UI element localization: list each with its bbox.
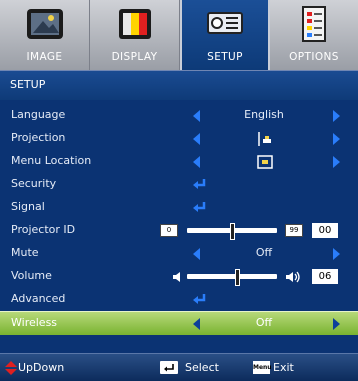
volume-label: Volume (11, 269, 52, 282)
right-arrow-icon[interactable] (333, 133, 340, 145)
right-arrow-icon[interactable] (333, 156, 340, 168)
menu-row-projection[interactable]: Projection (0, 127, 358, 150)
menu-key-icon: Menu (253, 361, 272, 374)
tab-setup[interactable]: SETUP (180, 0, 270, 70)
volume-value: 06 (312, 269, 338, 284)
enter-icon[interactable] (192, 178, 206, 190)
right-arrow-icon[interactable] (333, 248, 340, 260)
right-arrow-icon[interactable] (333, 318, 340, 330)
left-arrow-icon[interactable] (193, 318, 200, 330)
signal-label: Signal (11, 200, 45, 213)
right-arrow-icon[interactable] (333, 110, 340, 122)
volume-slider[interactable] (187, 274, 277, 279)
enter-key-icon (160, 361, 178, 374)
tab-setup-label: SETUP (207, 51, 243, 63)
menu-title: SETUP (10, 78, 46, 91)
footer-bar: UpDown Select Menu Exit (0, 353, 358, 381)
menu-panel: Language English Projection Menu Locatio… (0, 100, 358, 353)
tab-bar: IMAGE DISPLAY SETUP OPTIONS (0, 0, 358, 70)
left-arrow-icon[interactable] (193, 133, 200, 145)
menu-row-wireless[interactable]: Wireless Off (0, 311, 358, 335)
left-arrow-icon[interactable] (193, 248, 200, 260)
enter-icon[interactable] (192, 201, 206, 213)
options-icon (302, 6, 326, 42)
projector-id-value: 00 (312, 223, 338, 238)
footer-select: Select (185, 361, 219, 374)
wireless-value: Off (255, 316, 273, 329)
projector-id-label: Projector ID (11, 223, 76, 236)
security-label: Security (11, 177, 57, 190)
menu-row-mute[interactable]: Mute Off (0, 242, 358, 265)
tab-image-label: IMAGE (26, 51, 63, 63)
projector-osd: IMAGE DISPLAY SETUP OPTIONS SETUP Langua… (0, 0, 358, 381)
projector-icon (207, 12, 243, 34)
projection-mode-icon (258, 132, 271, 146)
tab-image[interactable]: IMAGE (0, 0, 90, 70)
volume-slider-handle[interactable] (235, 269, 240, 286)
enter-icon[interactable] (192, 293, 206, 305)
advanced-label: Advanced (11, 292, 66, 305)
menu-row-signal[interactable]: Signal (0, 196, 358, 219)
language-value: English (244, 108, 284, 121)
wireless-label: Wireless (11, 316, 58, 329)
language-label: Language (11, 108, 66, 121)
tab-display[interactable]: DISPLAY (90, 0, 180, 70)
menu-row-menu-location[interactable]: Menu Location (0, 150, 358, 173)
image-icon (26, 9, 63, 39)
projection-label: Projection (11, 131, 66, 144)
menu-row-language[interactable]: Language English (0, 104, 358, 127)
menu-location-center-icon (257, 155, 273, 169)
menu-title-bar: SETUP (0, 70, 358, 101)
projector-id-slider-handle[interactable] (230, 223, 235, 240)
left-arrow-icon[interactable] (193, 156, 200, 168)
menu-row-advanced[interactable]: Advanced (0, 288, 358, 311)
projector-id-max: 99 (285, 224, 303, 237)
display-icon (118, 9, 151, 39)
tab-options-label: OPTIONS (289, 51, 339, 63)
left-arrow-icon[interactable] (193, 110, 200, 122)
menu-location-label: Menu Location (11, 154, 92, 167)
speaker-low-icon (173, 272, 180, 282)
tab-options[interactable]: OPTIONS (270, 0, 358, 70)
tab-display-label: DISPLAY (111, 51, 158, 63)
menu-row-security[interactable]: Security (0, 173, 358, 196)
projector-id-min: 0 (160, 224, 178, 237)
mute-label: Mute (11, 246, 39, 259)
menu-row-volume[interactable]: Volume 06 (0, 265, 358, 288)
updown-arrows-icon (5, 361, 17, 375)
menu-row-projector-id[interactable]: Projector ID 0 99 00 (0, 219, 358, 242)
footer-updown: UpDown (18, 361, 65, 374)
mute-value: Off (255, 246, 273, 259)
speaker-high-icon (286, 271, 300, 283)
footer-exit: Exit (273, 361, 294, 374)
